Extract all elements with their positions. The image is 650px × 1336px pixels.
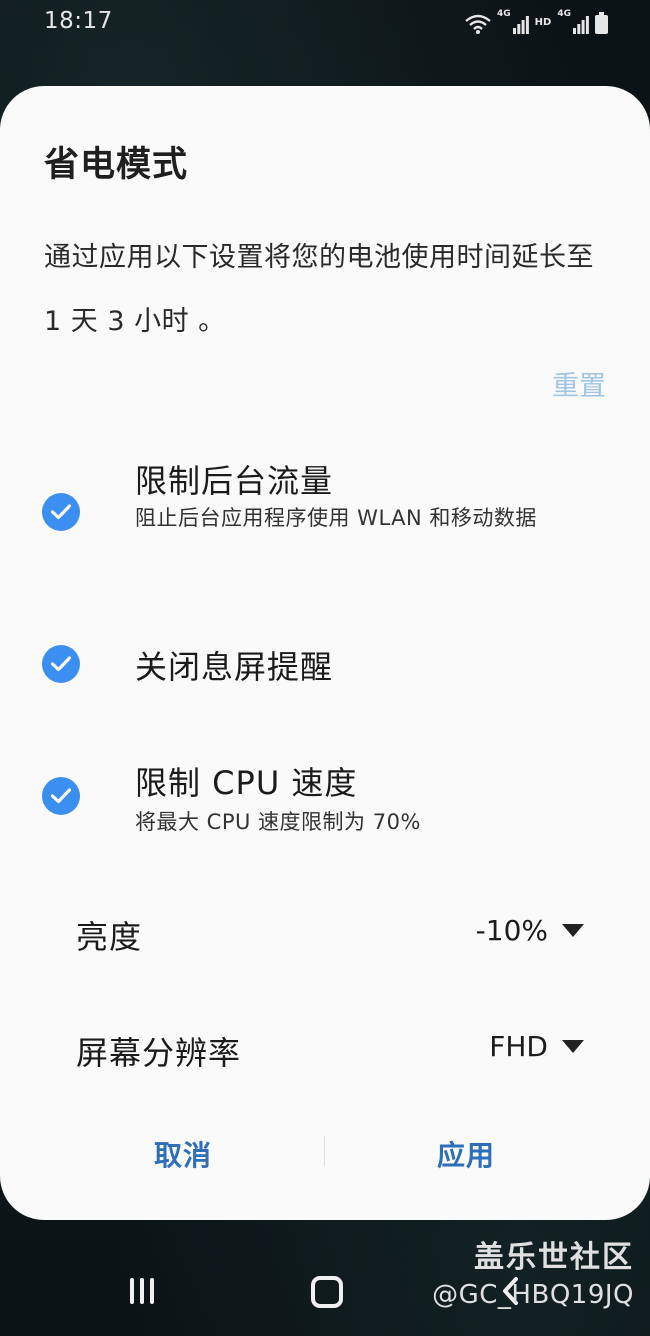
option-title: 限制 CPU 速度 (135, 764, 358, 802)
resolution-value: FHD (489, 1030, 548, 1063)
network-type-badge: 4G (497, 9, 511, 19)
footer-divider (324, 1136, 325, 1166)
checkbox-checked-icon[interactable] (42, 777, 80, 815)
hd-voice-badge: HD (534, 16, 552, 28)
option-turn-off-always-on-display[interactable]: 关闭息屏提醒 (0, 642, 650, 702)
resolution-dropdown[interactable]: FHD (489, 1030, 584, 1063)
status-time: 18:17 (44, 8, 113, 34)
signal-icon-2 (573, 16, 589, 34)
watermark-title: 盖乐世社区 (474, 1240, 634, 1275)
dropdown-arrow-icon (562, 924, 584, 937)
wifi-icon (465, 14, 491, 34)
option-restrict-background-data[interactable]: 限制后台流量 阻止后台应用程序使用 WLAN 和移动数据 (0, 456, 650, 576)
option-subtitle: 阻止后台应用程序使用 WLAN 和移动数据 (135, 506, 537, 530)
dialog-description: 通过应用以下设置将您的电池使用时间延长至 1 天 3 小时 。 (44, 242, 594, 337)
signal-icon (512, 16, 529, 34)
checkbox-checked-icon[interactable] (42, 493, 80, 531)
brightness-label: 亮度 (76, 918, 143, 956)
battery-icon (595, 12, 608, 34)
dropdown-arrow-icon (562, 1040, 584, 1053)
brightness-dropdown[interactable]: -10% (476, 914, 584, 947)
resolution-row: 屏幕分辨率 FHD (0, 1018, 650, 1078)
brightness-row: 亮度 -10% (0, 902, 650, 962)
cancel-button[interactable]: 取消 (154, 1134, 212, 1174)
option-limit-cpu-speed[interactable]: 限制 CPU 速度 将最大 CPU 速度限制为 70% (0, 758, 650, 848)
apply-button[interactable]: 应用 (437, 1134, 495, 1174)
checkbox-checked-icon[interactable] (42, 645, 80, 683)
watermark-user: @GC_HBQ19JQ (432, 1280, 634, 1310)
status-icons: 4G HD 4G (465, 10, 608, 34)
status-bar: 18:17 4G HD 4G (0, 0, 650, 46)
power-saving-dialog: 省电模式 通过应用以下设置将您的电池使用时间延长至 1 天 3 小时 。 重置 … (0, 86, 650, 1220)
network-type-badge-2: 4G (557, 9, 571, 19)
option-subtitle: 将最大 CPU 速度限制为 70% (135, 810, 421, 834)
dialog-footer: 取消 应用 (0, 1126, 650, 1176)
dialog-title: 省电模式 (44, 145, 189, 185)
recent-apps-icon[interactable] (130, 1278, 154, 1304)
option-title: 限制后台流量 (135, 462, 334, 500)
reset-button[interactable]: 重置 (552, 364, 606, 403)
home-icon[interactable] (311, 1276, 343, 1308)
resolution-label: 屏幕分辨率 (76, 1034, 242, 1072)
option-title: 关闭息屏提醒 (135, 648, 334, 686)
brightness-value: -10% (475, 914, 548, 947)
